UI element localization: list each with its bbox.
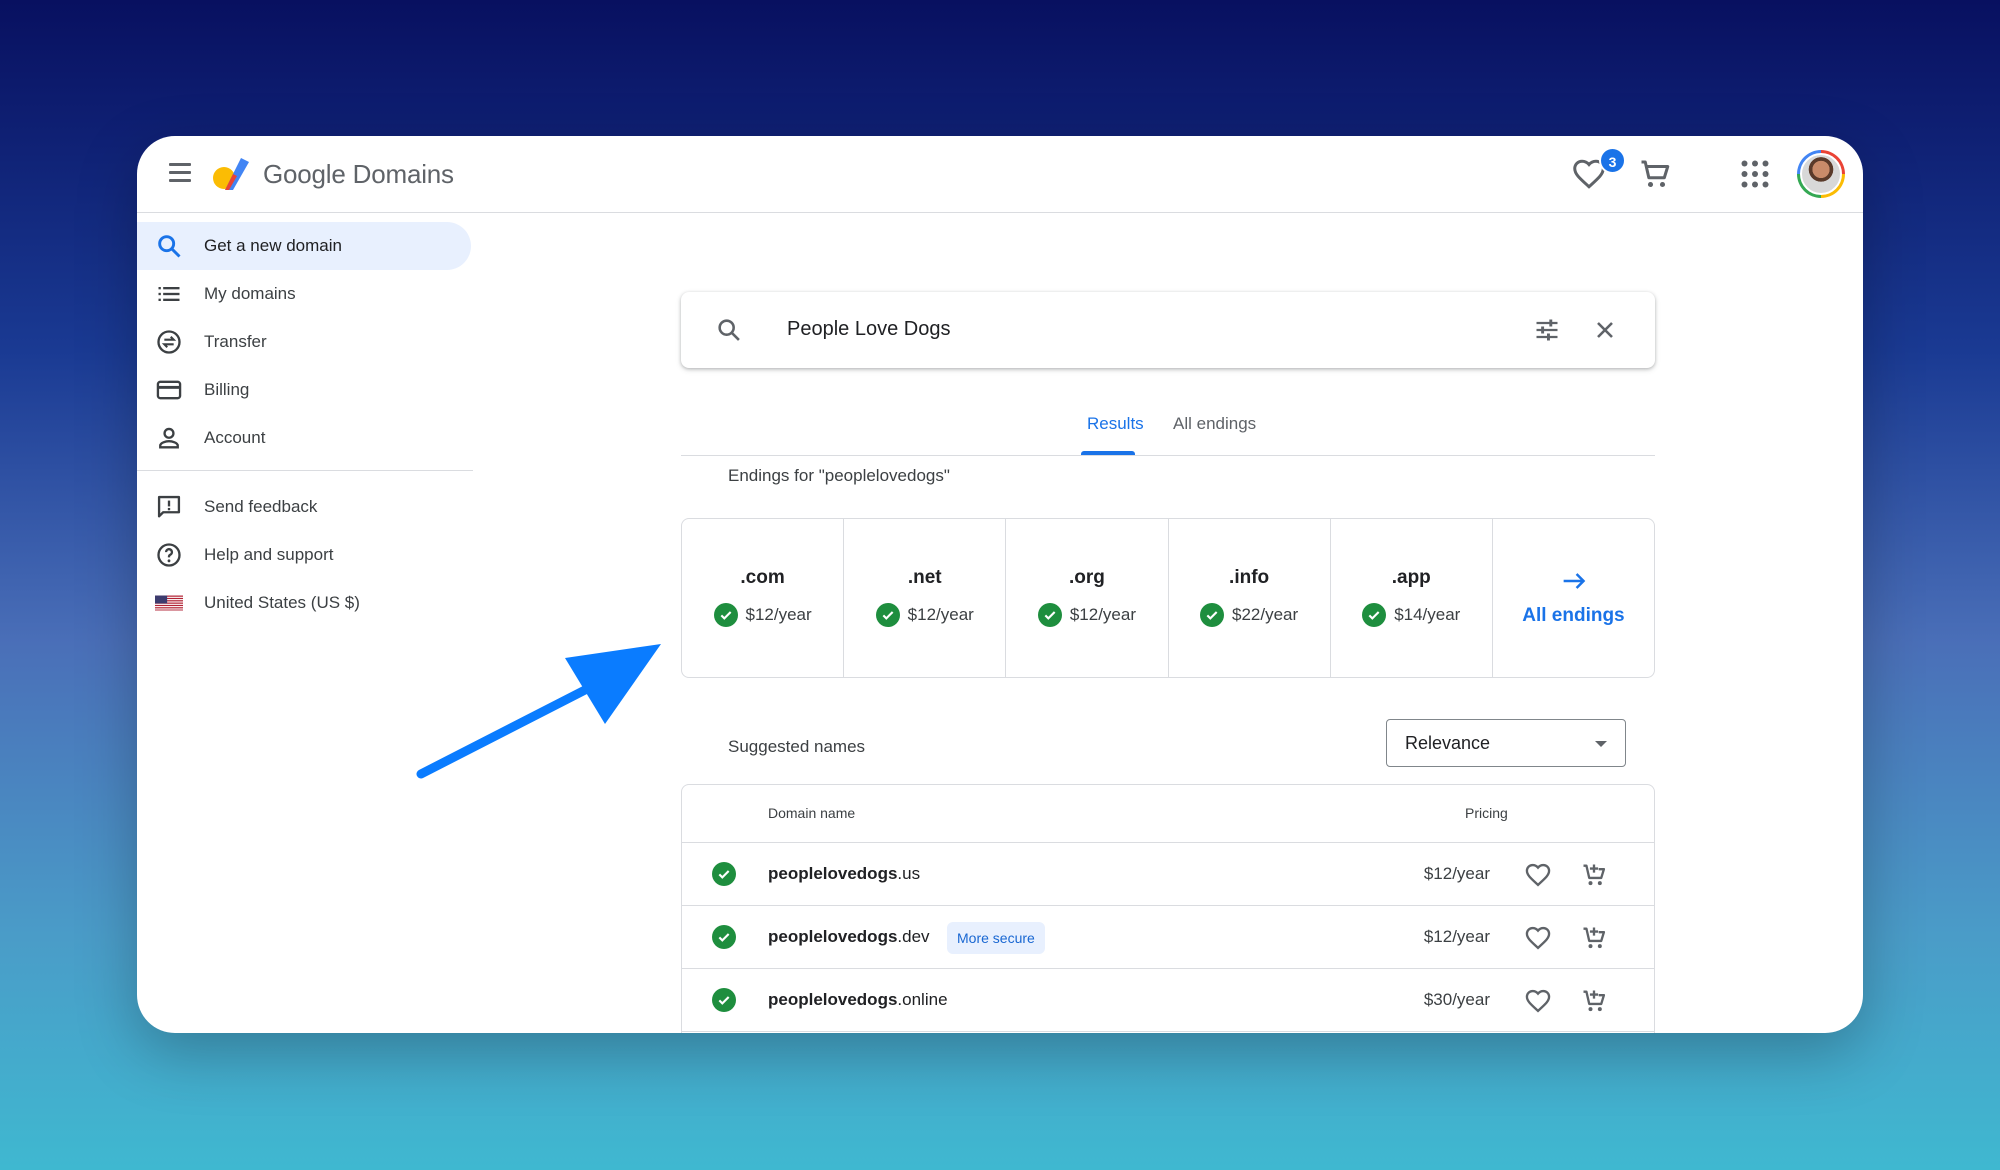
sort-value: Relevance [1405,733,1491,753]
ending-price: $12/year [907,605,974,624]
add-to-cart-icon[interactable] [1580,987,1608,1015]
ending-tld: .com [740,567,785,588]
sort-dropdown[interactable]: Relevance [1386,719,1626,767]
dropdown-caret-icon [1595,741,1607,747]
domain-search-box[interactable]: People Love Dogs [681,292,1655,368]
favorite-heart-icon[interactable] [1524,861,1552,889]
sidebar: Get a new domain My domains Transfer Bil… [137,222,473,627]
help-icon [157,543,181,567]
sidebar-item-send-feedback[interactable]: Send feedback [137,483,473,531]
ending-tld: .net [907,567,942,588]
transfer-icon [157,330,181,354]
ending-price: $22/year [1232,605,1299,624]
tab-results[interactable]: Results [1087,414,1144,434]
suggested-names-table: Domain name Pricing peoplelovedogs.us $1… [681,784,1655,1033]
available-check-icon [712,988,736,1012]
column-header-domain: Domain name [768,805,856,821]
domain-price: $12/year [1423,927,1490,946]
arrow-right-icon [1563,573,1586,589]
person-icon [159,427,179,449]
favorite-heart-icon[interactable] [1524,987,1552,1015]
top-bar: Google Domains 3 [137,136,1863,213]
sidebar-item-label: Transfer [204,332,267,351]
column-header-pricing: Pricing [1465,805,1508,821]
table-row[interactable]: peoplelovedogs.us $12/year [682,843,1654,906]
available-check-icon [713,603,738,627]
annotation-arrow-icon [416,644,661,779]
credit-card-icon [156,380,182,400]
ending-card-net[interactable]: .net $12/year [844,519,1007,677]
ending-price: $14/year [1394,605,1461,624]
list-icon [158,287,180,301]
favorites-count-badge: 3 [1599,147,1626,174]
filter-tune-icon[interactable] [1533,316,1561,344]
available-check-icon [1200,603,1225,627]
apps-grid-icon[interactable] [1737,156,1773,192]
endings-title: Endings for "peoplelovedogs" [728,466,950,485]
add-to-cart-icon[interactable] [1580,924,1608,952]
sidebar-item-billing[interactable]: Billing [137,366,473,414]
sidebar-item-get-new-domain[interactable]: Get a new domain [137,222,471,270]
user-avatar[interactable] [1797,150,1845,198]
sidebar-item-label: United States (US $) [204,593,360,612]
hamburger-menu-icon[interactable] [167,160,193,186]
table-row[interactable]: peoplelovedogs.online $30/year [682,969,1654,1032]
available-check-icon [712,862,736,886]
search-icon [158,235,181,258]
endings-grid: .com $12/year .net $12/year .org $12/yea… [681,518,1655,678]
cart-icon[interactable] [1637,156,1673,192]
google-domains-logo [213,158,249,190]
ending-price: $12/year [745,605,812,624]
sidebar-item-label: Account [204,428,266,447]
available-check-icon [1362,603,1387,627]
more-secure-badge: More secure [947,922,1045,954]
domain-name: peoplelovedogs.us [768,864,921,883]
sidebar-item-label: Billing [204,380,250,399]
brand-name: Google Domains [263,159,454,189]
table-row[interactable]: peoplelovedogs.dev More secure $12/year [682,906,1654,969]
us-flag-icon [155,595,183,611]
available-check-icon [875,603,900,627]
ending-card-com[interactable]: .com $12/year [682,519,845,677]
sidebar-item-label: My domains [204,284,296,303]
results-tabs: Results All endings [681,404,1655,456]
app-window: Google Domains 3 Get a new domain My dom… [137,136,1863,1033]
ending-price: $12/year [1069,605,1137,624]
ending-card-org[interactable]: .org $12/year [1006,519,1169,677]
sidebar-divider [137,470,473,471]
sidebar-item-my-domains[interactable]: My domains [137,270,473,318]
sidebar-item-account[interactable]: Account [137,414,473,462]
domain-price: $30/year [1423,990,1490,1009]
suggested-names-title: Suggested names [728,737,866,756]
close-icon[interactable] [1591,316,1619,344]
add-to-cart-icon[interactable] [1580,861,1608,889]
sidebar-item-label: Get a new domain [204,236,342,255]
available-check-icon [1037,603,1062,627]
active-tab-indicator [1081,451,1135,455]
tab-all-endings[interactable]: All endings [1173,414,1256,434]
domain-name: peoplelovedogs.online [768,990,948,1009]
ending-card-info[interactable]: .info $22/year [1169,519,1331,677]
search-input[interactable]: People Love Dogs [787,318,950,341]
domain-price: $12/year [1423,864,1490,883]
ending-tld: .org [1068,567,1105,588]
sidebar-item-country[interactable]: United States (US $) [137,579,473,627]
sidebar-item-label: Send feedback [204,497,318,516]
table-header: Domain name Pricing [682,785,1654,843]
search-icon[interactable] [715,316,743,344]
sidebar-item-help[interactable]: Help and support [137,531,473,579]
ending-tld: .info [1229,567,1270,588]
favorite-heart-icon[interactable] [1524,924,1552,952]
feedback-icon [157,495,181,518]
all-endings-label: All endings [1522,605,1625,626]
domain-name: peoplelovedogs.dev [768,927,930,946]
sidebar-item-transfer[interactable]: Transfer [137,318,473,366]
all-endings-link[interactable]: All endings [1493,519,1654,677]
ending-card-app[interactable]: .app $14/year [1331,519,1493,677]
ending-tld: .app [1391,567,1431,588]
available-check-icon [712,925,736,949]
sidebar-item-label: Help and support [204,545,334,564]
